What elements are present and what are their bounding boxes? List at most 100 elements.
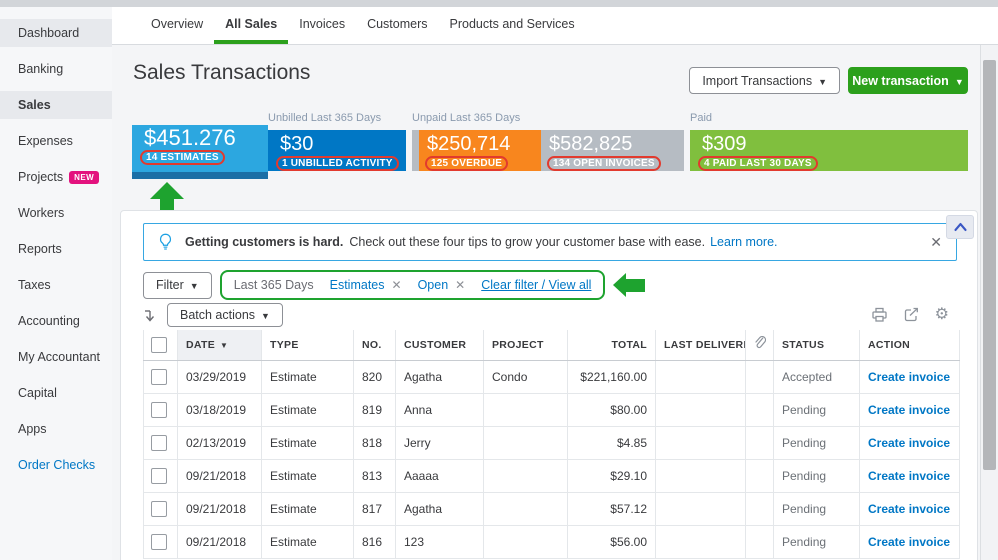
- open-invoices-amount: $582,825: [549, 133, 633, 155]
- filter-button[interactable]: Filter ▼: [143, 271, 212, 299]
- paid-tile[interactable]: $309 4 PAID LAST 30 DAYS: [690, 130, 968, 171]
- sidebar-item-reports[interactable]: Reports: [0, 235, 112, 263]
- sidebar-item-workers[interactable]: Workers: [0, 199, 112, 227]
- table-row[interactable]: 02/13/2019 Estimate 818 Jerry $4.85 Pending Cr…: [143, 426, 960, 460]
- row-checkbox[interactable]: [151, 467, 167, 484]
- sidebar-item-taxes[interactable]: Taxes: [0, 271, 112, 299]
- sidebar-item-sales[interactable]: Sales: [0, 91, 112, 119]
- remove-chip-icon[interactable]: ✕: [455, 278, 465, 292]
- cell-total: $4.85: [567, 426, 656, 460]
- export-icon[interactable]: [903, 307, 920, 323]
- sidebar-item-apps[interactable]: Apps: [0, 415, 112, 443]
- gear-icon[interactable]: ⚙: [935, 307, 949, 323]
- open-invoices-tile[interactable]: $582,825 134 OPEN INVOICES: [541, 130, 684, 171]
- page-title: Sales Transactions: [133, 61, 311, 84]
- header-total[interactable]: TOTAL: [567, 330, 656, 361]
- cell-status: Pending: [773, 525, 860, 559]
- cell-status: Pending: [773, 459, 860, 493]
- chevron-up-icon: [953, 223, 967, 232]
- import-transactions-button[interactable]: Import Transactions ▼: [689, 67, 840, 94]
- header-type[interactable]: TYPE: [261, 330, 354, 361]
- create-invoice-link[interactable]: Create invoice: [868, 502, 950, 516]
- cell-attachment: [745, 459, 774, 493]
- cell-last-delivered: [655, 426, 746, 460]
- cell-checkbox: [143, 393, 178, 427]
- header-attachment: [745, 330, 774, 361]
- cell-date: 02/13/2019: [177, 426, 262, 460]
- create-invoice-link[interactable]: Create invoice: [868, 436, 950, 450]
- sidebar-item-accounting[interactable]: Accounting: [0, 307, 112, 335]
- tab-customers[interactable]: Customers: [356, 7, 438, 44]
- table-row[interactable]: 03/18/2019 Estimate 819 Anna $80.00 Pending Cr…: [143, 393, 960, 427]
- cell-type: Estimate: [261, 360, 354, 394]
- table-row[interactable]: 03/29/2019 Estimate 820 Agatha Condo $221,160…: [143, 360, 960, 394]
- vertical-scrollbar[interactable]: [980, 45, 998, 560]
- unbilled-activity-tile[interactable]: $30 1 UNBILLED ACTIVITY: [268, 130, 406, 171]
- cell-checkbox: [143, 525, 178, 559]
- clear-filter-link[interactable]: Clear filter / View all: [481, 278, 591, 292]
- create-invoice-link[interactable]: Create invoice: [868, 535, 950, 549]
- cell-date: 09/21/2018: [177, 492, 262, 526]
- create-invoice-link[interactable]: Create invoice: [868, 370, 950, 384]
- cell-attachment: [745, 492, 774, 526]
- select-all-checkbox[interactable]: [151, 336, 167, 353]
- annotation-arrow-left: [613, 273, 646, 297]
- sidebar-item-projects[interactable]: Projects NEW: [0, 163, 112, 191]
- create-invoice-link[interactable]: Create invoice: [868, 403, 950, 417]
- sidebar-item-order-checks[interactable]: Order Checks: [0, 451, 112, 479]
- close-icon[interactable]: ✕: [930, 234, 942, 251]
- estimates-tile[interactable]: $451.276 14 ESTIMATES: [132, 125, 268, 179]
- row-checkbox[interactable]: [151, 434, 167, 451]
- row-checkbox[interactable]: [151, 401, 167, 418]
- cell-last-delivered: [655, 393, 746, 427]
- sort-desc-icon: ▼: [220, 340, 229, 350]
- collapse-rows-icon[interactable]: [143, 308, 157, 323]
- learn-more-link[interactable]: Learn more.: [710, 235, 777, 249]
- header-checkbox-cell: [143, 330, 178, 361]
- cell-no: 816: [353, 525, 396, 559]
- print-icon[interactable]: [871, 307, 888, 323]
- row-checkbox[interactable]: [151, 500, 167, 517]
- row-checkbox[interactable]: [151, 368, 167, 385]
- sidebar-item-banking[interactable]: Banking: [0, 55, 112, 83]
- overdue-tile[interactable]: $250,714 125 OVERDUE: [419, 130, 541, 171]
- cell-type: Estimate: [261, 393, 354, 427]
- sidebar-list: Dashboard Banking Sales Expenses Projects NEW…: [0, 19, 112, 479]
- header-last-delivered[interactable]: LAST DELIVERED: [655, 330, 746, 361]
- sidebar-item-expenses[interactable]: Expenses: [0, 127, 112, 155]
- scrollbar-thumb[interactable]: [983, 60, 996, 470]
- table-body: 03/29/2019 Estimate 820 Agatha Condo $221,160…: [143, 360, 960, 559]
- banner-bold-text: Getting customers is hard.: [185, 235, 344, 249]
- cell-no: 820: [353, 360, 396, 394]
- cell-checkbox: [143, 492, 178, 526]
- header-project[interactable]: PROJECT: [483, 330, 568, 361]
- tab-overview[interactable]: Overview: [140, 7, 214, 44]
- table-row[interactable]: 09/21/2018 Estimate 817 Agatha $57.12 Pending…: [143, 492, 960, 526]
- cell-last-delivered: [655, 492, 746, 526]
- batch-actions-button[interactable]: Batch actions ▼: [167, 303, 283, 327]
- header-date[interactable]: DATE ▼: [177, 330, 262, 361]
- money-bar: Unbilled Last 365 Days Unpaid Last 365 D…: [112, 110, 998, 215]
- header-status[interactable]: STATUS: [773, 330, 860, 361]
- sidebar-item-label: Accounting: [18, 314, 80, 328]
- table-row[interactable]: 09/21/2018 Estimate 813 Aaaaa $29.10 Pending C…: [143, 459, 960, 493]
- header-no[interactable]: NO.: [353, 330, 396, 361]
- new-transaction-button[interactable]: New transaction ▼: [848, 67, 968, 94]
- tab-all-sales[interactable]: All Sales: [214, 7, 289, 44]
- row-checkbox[interactable]: [151, 533, 167, 550]
- header-action[interactable]: ACTION: [859, 330, 960, 361]
- sidebar-item-capital[interactable]: Capital: [0, 379, 112, 407]
- create-invoice-link[interactable]: Create invoice: [868, 469, 950, 483]
- sidebar-item-my-accountant[interactable]: My Accountant: [0, 343, 112, 371]
- sidebar-item-dashboard[interactable]: Dashboard: [0, 19, 112, 47]
- paid-subtitle-annotation: 4 PAID LAST 30 DAYS: [698, 156, 818, 171]
- tab-invoices[interactable]: Invoices: [288, 7, 356, 44]
- chips-slot: Estimates ✕ Open ✕: [330, 278, 466, 292]
- tab-products-and-services[interactable]: Products and Services: [439, 7, 586, 44]
- cell-project: [483, 492, 568, 526]
- remove-chip-icon[interactable]: ✕: [392, 278, 402, 292]
- table-row[interactable]: 09/21/2018 Estimate 816 123 $56.00 Pending Cre…: [143, 525, 960, 559]
- transactions-card: Getting customers is hard. Check out the…: [120, 210, 978, 560]
- collapse-money-bar-button[interactable]: [946, 215, 974, 239]
- header-customer[interactable]: CUSTOMER: [395, 330, 484, 361]
